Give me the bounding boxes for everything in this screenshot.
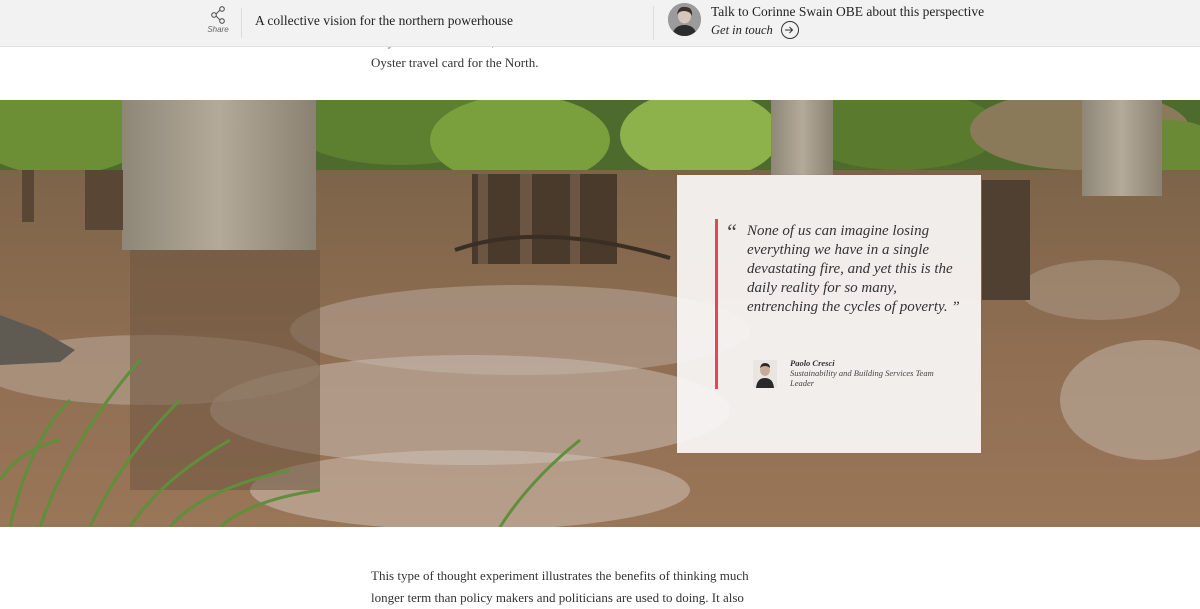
sticky-header: Share A collective vision for the northe… <box>0 0 1200 47</box>
article-paragraph-line: longer term than policy makers and polit… <box>371 590 744 605</box>
author-role: Sustainability and Building Services Tea… <box>790 368 934 388</box>
get-in-touch-link[interactable]: Get in touch <box>711 21 799 39</box>
author-name: Paolo Cresci <box>790 358 835 368</box>
article-title: A collective vision for the northern pow… <box>255 13 513 28</box>
share-button[interactable]: Share <box>200 4 236 42</box>
article-paragraph-line: This type of thought experiment illustra… <box>371 568 749 583</box>
article-paragraph: This type of thought experiment illustra… <box>371 565 791 609</box>
header-divider <box>241 8 242 38</box>
quote-open-mark: “ <box>725 219 738 244</box>
contact-prompt: Talk to Corinne Swain OBE about this per… <box>711 4 985 19</box>
quote-accent-rule <box>715 219 718 389</box>
arrow-right-circle-icon <box>780 21 799 39</box>
get-in-touch-label: Get in touch <box>711 22 773 37</box>
share-label: Share <box>207 25 229 34</box>
contact-avatar <box>668 3 701 36</box>
author-avatar <box>753 360 777 388</box>
article-paragraph-end: Oyster travel card for the North. <box>371 55 539 70</box>
quote-text: None of us can imagine losing everything… <box>747 223 960 315</box>
share-icon <box>211 6 225 24</box>
header-divider <box>653 6 654 40</box>
quote-card: “ None of us can imagine losing everythi… <box>677 175 981 453</box>
river-hero-image <box>0 100 1200 527</box>
